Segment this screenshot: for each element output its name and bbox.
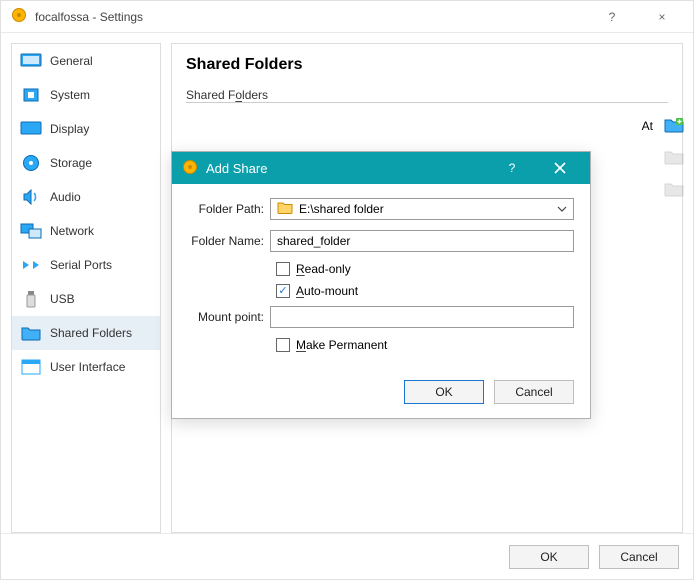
dialog-titlebar: Add Share ? xyxy=(172,152,590,184)
panel-heading: Shared Folders xyxy=(186,56,668,74)
make-permanent-label: Make Permanent xyxy=(296,338,387,352)
sidebar-label: Shared Folders xyxy=(50,326,132,340)
row-mount-point: Mount point: xyxy=(188,306,574,328)
sidebar-item-user-interface[interactable]: User Interface xyxy=(12,350,160,384)
chevron-down-icon xyxy=(557,203,567,217)
mount-point-input[interactable] xyxy=(270,306,574,328)
chip-icon xyxy=(20,86,42,104)
label-mount-point: Mount point: xyxy=(188,310,270,324)
make-permanent-checkbox[interactable] xyxy=(276,338,290,352)
monitor-icon xyxy=(20,52,42,70)
settings-window: focalfossa - Settings ? × General System xyxy=(0,0,694,580)
gear-icon xyxy=(182,159,198,178)
serial-icon xyxy=(20,256,42,274)
sidebar-item-shared-folders[interactable]: Shared Folders xyxy=(12,316,160,350)
automount-label: Auto-mount xyxy=(296,284,358,298)
sidebar-item-general[interactable]: General xyxy=(12,44,160,78)
automount-checkbox[interactable] xyxy=(276,284,290,298)
edit-share-button[interactable] xyxy=(663,147,685,169)
sidebar-label: USB xyxy=(50,292,75,306)
usb-icon xyxy=(20,290,42,308)
dialog-ok-button[interactable]: OK xyxy=(404,380,484,404)
sidebar-item-storage[interactable]: Storage xyxy=(12,146,160,180)
sidebar-label: User Interface xyxy=(50,360,125,374)
sidebar-label: Display xyxy=(50,122,89,136)
row-readonly[interactable]: Read-only xyxy=(276,262,574,276)
settings-body: General System Display Storage xyxy=(1,33,693,533)
label-folder-name: Folder Name: xyxy=(188,234,270,248)
sidebar-label: System xyxy=(50,88,90,102)
speaker-icon xyxy=(20,188,42,206)
row-folder-path: Folder Path: E:\shared folder xyxy=(188,198,574,220)
network-icon xyxy=(20,222,42,240)
sidebar-item-display[interactable]: Display xyxy=(12,112,160,146)
sidebar-label: Network xyxy=(50,224,94,238)
dialog-cancel-button[interactable]: Cancel xyxy=(494,380,574,404)
remove-share-button[interactable] xyxy=(663,179,685,201)
sidebar-label: Audio xyxy=(50,190,81,204)
dialog-help-button[interactable]: ? xyxy=(492,152,532,184)
dialog-button-row: OK Cancel xyxy=(172,370,590,418)
window-help-button[interactable]: ? xyxy=(591,1,633,33)
settings-ok-button[interactable]: OK xyxy=(509,545,589,569)
row-automount[interactable]: Auto-mount xyxy=(276,284,574,298)
dialog-title: Add Share xyxy=(206,161,484,176)
add-share-button[interactable] xyxy=(663,115,685,137)
folder-name-input[interactable] xyxy=(270,230,574,252)
folder-icon xyxy=(20,324,42,342)
row-make-permanent[interactable]: Make Permanent xyxy=(276,338,574,352)
groupbox-divider xyxy=(186,102,668,103)
sidebar-label: General xyxy=(50,54,93,68)
display-icon xyxy=(20,120,42,138)
folder-path-value: E:\shared folder xyxy=(299,202,384,216)
sidebar-item-serial-ports[interactable]: Serial Ports xyxy=(12,248,160,282)
settings-button-row: OK Cancel xyxy=(1,533,693,579)
window-titlebar: focalfossa - Settings ? × xyxy=(1,1,693,33)
folder-list-toolbar xyxy=(663,115,693,201)
sidebar-label: Storage xyxy=(50,156,92,170)
folder-small-icon xyxy=(277,201,293,217)
groupbox-label: Shared Folders xyxy=(186,88,268,102)
dialog-close-button[interactable] xyxy=(540,152,580,184)
sidebar-item-system[interactable]: System xyxy=(12,78,160,112)
row-folder-name: Folder Name: xyxy=(188,230,574,252)
label-folder-path: Folder Path: xyxy=(188,202,270,216)
add-share-dialog: Add Share ? Folder Path: E:\shared folde… xyxy=(171,151,591,419)
disk-icon xyxy=(20,154,42,172)
window-title: focalfossa - Settings xyxy=(35,10,583,24)
app-icon xyxy=(11,7,27,26)
sidebar-label: Serial Ports xyxy=(50,258,112,272)
sidebar-item-network[interactable]: Network xyxy=(12,214,160,248)
settings-cancel-button[interactable]: Cancel xyxy=(599,545,679,569)
folder-path-dropdown[interactable]: E:\shared folder xyxy=(270,198,574,220)
dialog-body: Folder Path: E:\shared folder xyxy=(172,184,590,370)
column-header-at: At xyxy=(642,119,653,133)
sidebar-item-usb[interactable]: USB xyxy=(12,282,160,316)
readonly-label: Read-only xyxy=(296,262,351,276)
ui-icon xyxy=(20,358,42,376)
settings-sidebar: General System Display Storage xyxy=(11,43,161,533)
readonly-checkbox[interactable] xyxy=(276,262,290,276)
sidebar-item-audio[interactable]: Audio xyxy=(12,180,160,214)
window-close-button[interactable]: × xyxy=(641,1,683,33)
